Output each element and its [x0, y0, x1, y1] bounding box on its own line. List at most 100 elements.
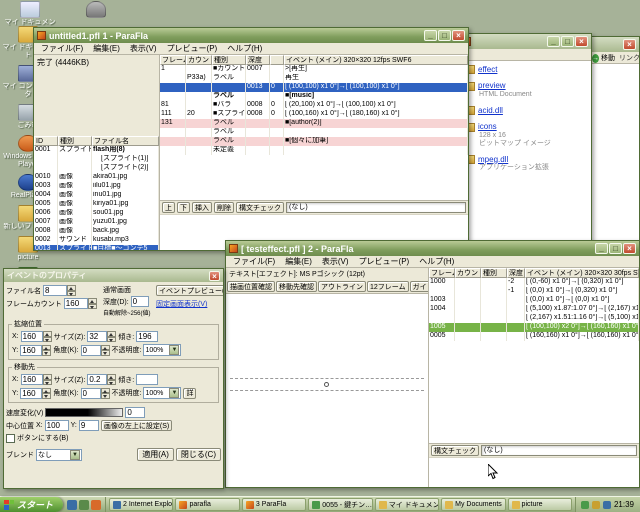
file-row[interactable]: 0008 画像 back.jpg — [34, 227, 159, 236]
menu-item[interactable]: 表示(V) — [317, 256, 354, 267]
guide-toggle[interactable]: ガイド — [409, 281, 428, 292]
column-header[interactable]: フレーム — [429, 268, 455, 278]
close-button[interactable]: 閉じる(C) — [175, 448, 221, 461]
clock[interactable]: 21:39 — [614, 500, 634, 509]
timeline-row[interactable]: 111 20 ■スプライト 0008 0 [ (100,160) x1 0°]→… — [160, 110, 468, 119]
column-header[interactable]: ファイル名 — [92, 136, 159, 146]
column-header[interactable]: 深度 — [507, 268, 525, 278]
file-row[interactable]: 0004 画像 inu01.jpg — [34, 191, 159, 200]
speed-gradient-bar[interactable] — [45, 408, 124, 417]
file-row[interactable]: [スプライト(2)] — [34, 164, 159, 173]
minimize-icon[interactable]: _ — [424, 30, 437, 41]
links-label[interactable]: リンク — [619, 53, 640, 63]
timeline-row[interactable]: P33a) ラベル 再生 — [160, 74, 468, 83]
close-icon[interactable]: × — [452, 30, 465, 41]
close-icon[interactable]: × — [575, 36, 588, 47]
minimize-icon[interactable]: _ — [595, 243, 608, 254]
file-input[interactable] — [43, 285, 67, 296]
scale-size-input[interactable] — [87, 331, 108, 342]
file-link-item[interactable]: acid.dll — [465, 106, 585, 116]
titlebar[interactable]: [ testeffect.pfl ] 2 - ParaFla _ □ × — [226, 241, 639, 256]
timeline-row[interactable]: 0013 0 [ (100,100) x1 0°]→[ (100,100) x1… — [160, 83, 468, 92]
task-button[interactable]: My Documents — [441, 498, 506, 511]
move-dest-check-button[interactable]: 移動先確認 — [276, 281, 317, 292]
tray-icon[interactable] — [591, 500, 600, 509]
file-row[interactable]: 0003 画像 iilu01.jpg — [34, 182, 159, 191]
spinner-buttons[interactable] — [42, 344, 52, 356]
tray-icon[interactable] — [580, 500, 589, 509]
titlebar[interactable]: _ □ × — [459, 34, 591, 49]
event-edit-area[interactable] — [429, 457, 639, 487]
maximize-icon[interactable]: □ — [609, 243, 622, 254]
file-link-item[interactable]: icons 128 x 16 ビットマップ イメージ — [465, 122, 585, 147]
task-button[interactable]: 0055 - 鍵チン… — [308, 498, 373, 511]
column-header[interactable]: カウント — [186, 55, 212, 65]
task-button[interactable]: parafla — [175, 498, 240, 511]
center-handle[interactable] — [324, 382, 329, 387]
file-link-title[interactable]: effect — [478, 65, 497, 74]
file-row[interactable]: 0010 画像 akira01.jpg — [34, 173, 159, 182]
scale-y-input[interactable] — [20, 344, 43, 356]
minimize-icon[interactable]: _ — [547, 36, 560, 47]
menu-item[interactable]: 編集(E) — [280, 256, 317, 267]
titlebar[interactable]: イベントのプロパティ × — [4, 269, 223, 282]
file-row[interactable]: 0005 画像 kiriya01.jpg — [34, 200, 159, 209]
close-icon[interactable]: × — [623, 243, 636, 254]
maximize-icon[interactable]: □ — [561, 36, 574, 47]
scale-x-input[interactable] — [20, 331, 43, 342]
speed-input[interactable] — [125, 407, 146, 418]
spinner-buttons[interactable] — [100, 387, 110, 399]
spinner-buttons[interactable] — [42, 331, 52, 342]
event-row[interactable]: 1004 [ (5,100) x1.87:1.07 0°]→[ (2,167) … — [429, 305, 639, 314]
file-link-title[interactable]: mpeg.dll — [478, 155, 508, 164]
timeline-row[interactable]: 131 ラベル ■[author(2)] — [160, 119, 468, 128]
menu-item[interactable]: プレビュー(P) — [354, 256, 415, 267]
column-header[interactable]: イベント (メイン) 320×320 30fps SWF6 — [525, 268, 639, 278]
outline-toggle[interactable]: アウトライン — [318, 281, 366, 292]
column-header[interactable]: カウント — [455, 268, 481, 278]
set-topleft-button[interactable]: 画像の左上に設定(S) — [100, 420, 173, 431]
apply-button[interactable]: 適用(A) — [137, 448, 174, 461]
column-header[interactable]: 種別 — [58, 136, 92, 146]
go-button[interactable]: 移動 — [601, 53, 615, 63]
center-y-input[interactable] — [78, 420, 99, 431]
syntax-check-button[interactable]: 構文チェック — [431, 445, 479, 456]
framecount-input[interactable] — [63, 298, 88, 309]
file-link-item[interactable]: effect — [465, 65, 585, 75]
file-row[interactable]: 0002 サウンド kusabi.mp3 — [34, 236, 159, 245]
column-header[interactable]: 種別 — [481, 268, 507, 278]
make-button-checkbox[interactable] — [6, 433, 15, 443]
move-angle-input[interactable] — [80, 387, 101, 399]
start-button[interactable]: スタート — [0, 497, 64, 512]
file-row[interactable]: [スプライト(1)] — [34, 155, 159, 164]
event-row[interactable]: 1005 [ (100,100) x2 0°]→[ (160,160) x1 0… — [429, 323, 639, 332]
event-row[interactable]: [ (2,167) x1.51:1.16 0°]→[ (5,100) x1.87… — [429, 314, 639, 323]
depth-input[interactable] — [130, 296, 149, 307]
insert-button[interactable]: 挿入 — [192, 202, 212, 213]
spinner-buttons[interactable] — [107, 374, 117, 385]
titlebar[interactable]: × — [591, 37, 639, 52]
column-header[interactable] — [270, 55, 284, 65]
detail-button[interactable]: 詳 — [183, 387, 197, 399]
task-button[interactable]: 3 ParaFla — [241, 498, 307, 511]
column-header[interactable]: 種別 — [212, 55, 246, 65]
spinner-buttons[interactable] — [42, 374, 52, 385]
up-button[interactable]: 上 — [162, 202, 175, 213]
center-x-input[interactable] — [44, 420, 69, 431]
event-row[interactable]: 0005 [ (160,160) x1 0°]→[ (160,160) x1 0… — [429, 332, 639, 341]
scale-angle-input[interactable] — [80, 344, 101, 356]
menu-item[interactable]: 編集(E) — [88, 43, 125, 54]
spinner-buttons[interactable] — [100, 344, 110, 356]
column-header[interactable]: イベント (メイン) 320×320 12fps SWF6 — [284, 55, 468, 65]
draw-pos-check-button[interactable]: 描画位置確認 — [227, 281, 275, 292]
close-icon[interactable]: × — [623, 39, 636, 50]
file-row[interactable]: 0001 スプライト flash用(8) — [34, 146, 159, 155]
timeline-row[interactable]: 1 ■カウント 0007 >[再生] — [160, 65, 468, 74]
move-skew-input[interactable] — [136, 374, 159, 385]
menu-item[interactable]: ファイル(F) — [228, 256, 280, 267]
file-link-title[interactable]: preview — [478, 81, 506, 90]
menu-item[interactable]: ヘルプ(H) — [414, 256, 459, 267]
file-link-item[interactable]: mpeg.dll アプリケーション拡張 — [465, 155, 585, 172]
event-row[interactable]: -1 [ (0,0) x1 0°]→[ (0,320) x1 0°] — [429, 287, 639, 296]
menu-item[interactable]: ヘルプ(H) — [222, 43, 267, 54]
